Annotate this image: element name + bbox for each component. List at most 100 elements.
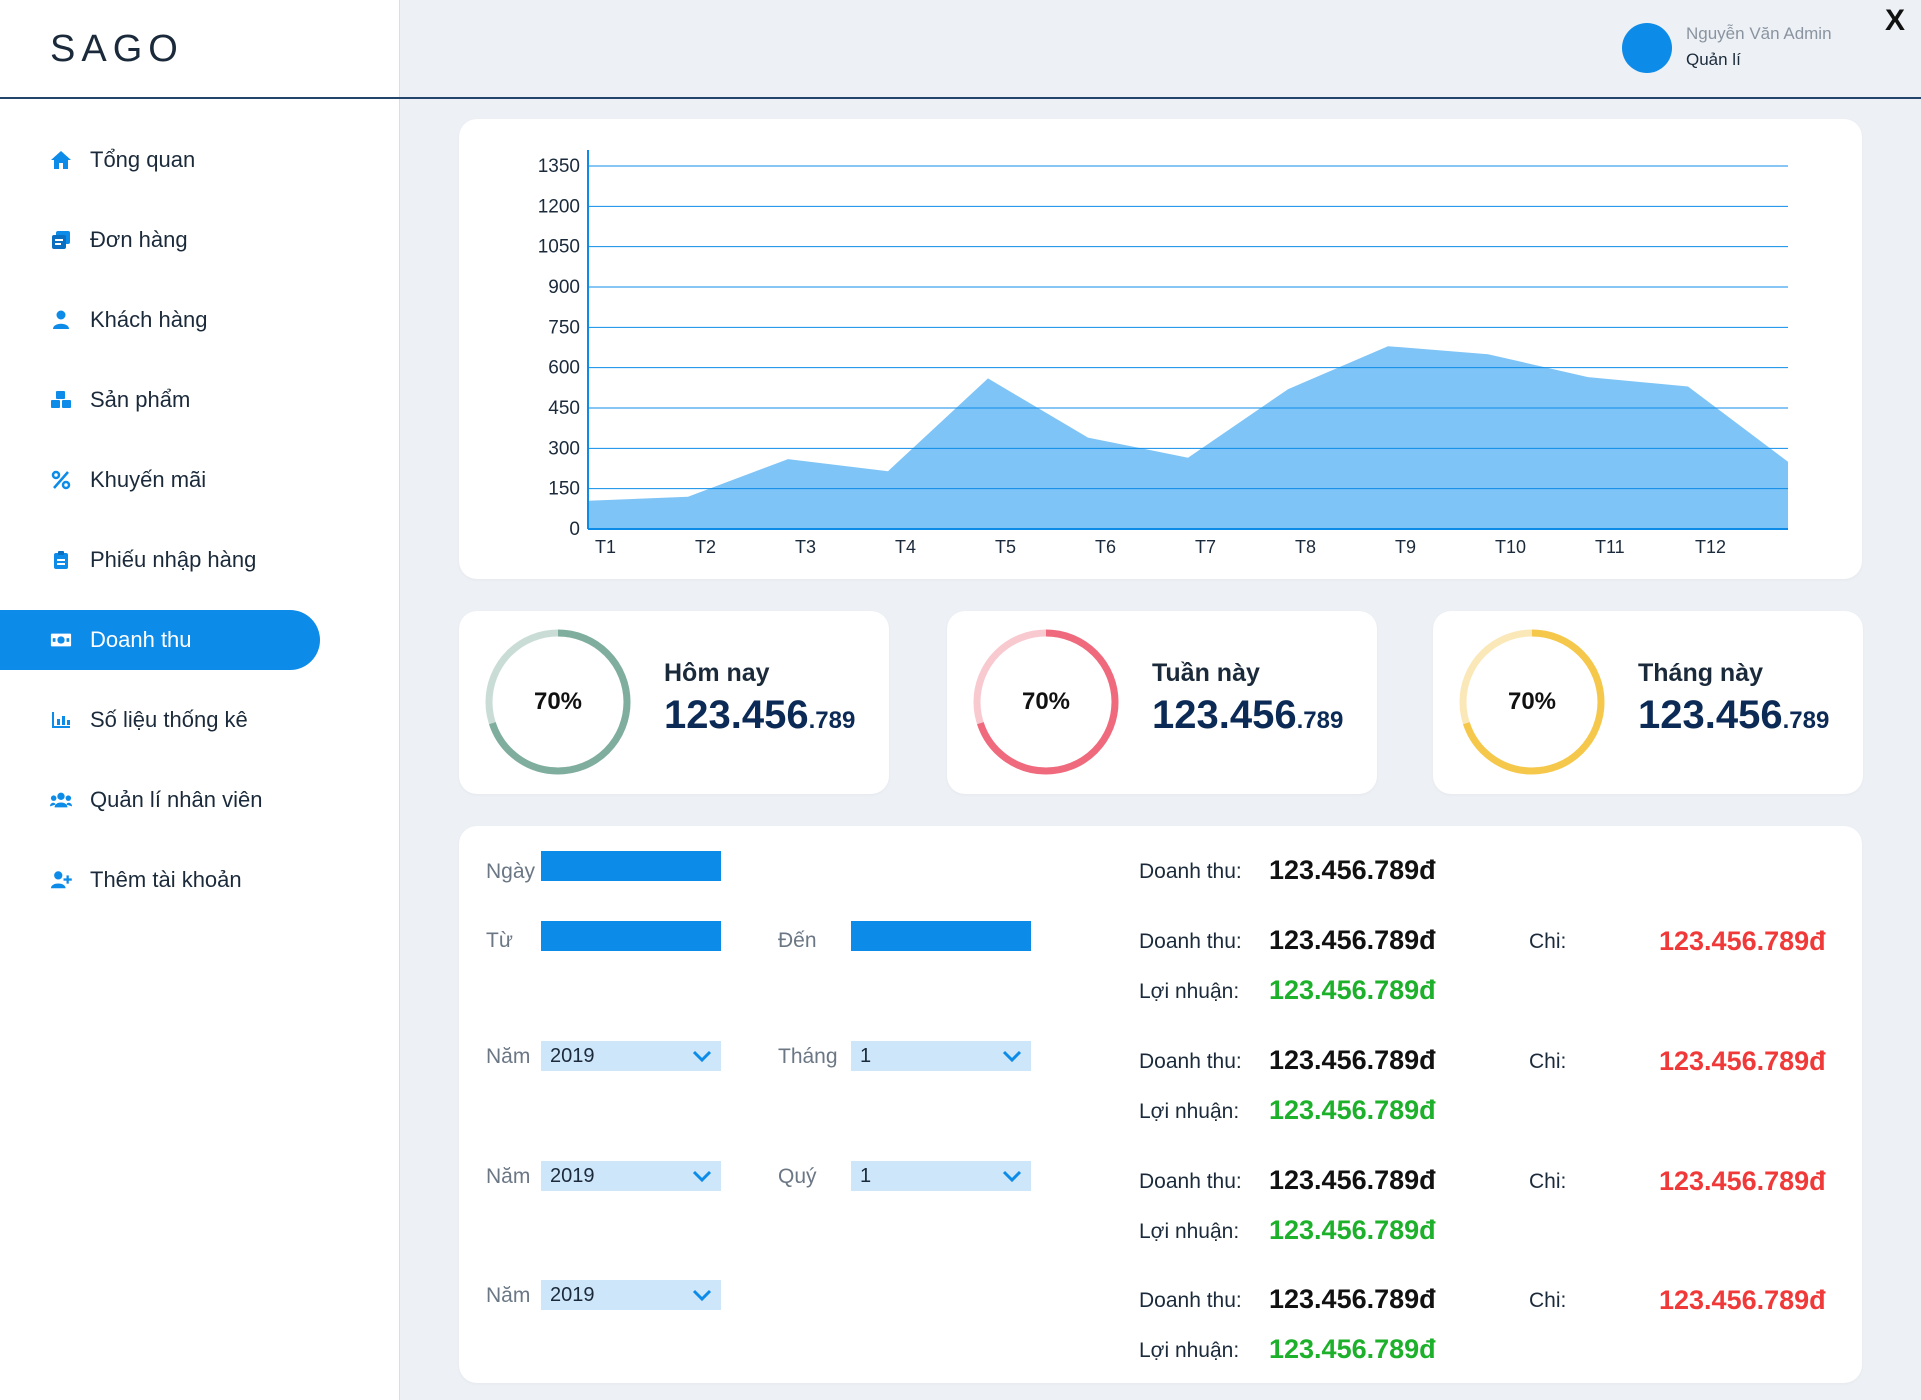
stat-card-today: 70% Hôm nay 123.456.789: [459, 611, 889, 794]
profit-quarter-value: 123.456.789đ: [1269, 1215, 1436, 1245]
year-select-value: 2019: [550, 1283, 595, 1306]
ngay-label: Ngày: [486, 860, 536, 883]
revenue-chart-card: 0 150 300 450 600 750 900 1050 1200 1350 T1 T2 T3 T4 T…: [459, 119, 1862, 579]
chevron-down-icon: [692, 1289, 712, 1302]
stat-percent: 70%: [533, 688, 583, 715]
year-select-month-row[interactable]: 2019: [541, 1041, 721, 1071]
revenue-label: Doanh thu:: [1139, 1050, 1242, 1073]
percent-icon: [50, 469, 72, 491]
stat-card-week: 70% Tuần này 123.456.789: [947, 611, 1377, 794]
year-select-quarter-row[interactable]: 2019: [541, 1161, 721, 1191]
y-tick-label: 450: [548, 398, 580, 419]
sidebar-item-label: Sản phẩm: [90, 387, 191, 412]
stat-percent: 70%: [1507, 688, 1557, 715]
revenue-label: Doanh thu:: [1139, 930, 1242, 953]
from-date-input[interactable]: [541, 921, 721, 951]
orders-icon: [50, 229, 72, 251]
chart-area-series: [588, 346, 1788, 529]
sidebar-item-label: Tổng quan: [90, 147, 196, 172]
sidebar-item-san-pham[interactable]: Sản phẩm: [0, 370, 320, 430]
sidebar-item-label: Khách hàng: [90, 307, 208, 332]
stat-value: 123.456.789: [664, 693, 855, 738]
expense-label: Chi:: [1529, 1050, 1567, 1073]
revenue-label: Doanh thu:: [1139, 1289, 1242, 1312]
stat-value-small: .789: [1296, 707, 1344, 734]
chevron-down-icon: [1002, 1170, 1022, 1183]
sidebar-item-phieu-nhap-hang[interactable]: Phiếu nhập hàng: [0, 530, 320, 590]
x-tick-label: T3: [795, 537, 816, 557]
sidebar-item-khuyen-mai[interactable]: Khuyến mãi: [0, 450, 320, 510]
sidebar-item-label: Thêm tài khoản: [90, 867, 242, 892]
avatar[interactable]: [1622, 23, 1672, 73]
profit-label: Lợi nhuận:: [1139, 980, 1240, 1003]
revenue-year-value: 123.456.789đ: [1269, 1284, 1436, 1314]
user-icon: [50, 309, 72, 331]
chevron-down-icon: [692, 1170, 712, 1183]
sidebar-item-label: Quản lí nhân viên: [90, 787, 263, 812]
y-tick-label: 1350: [538, 156, 580, 177]
x-tick-label: T10: [1495, 537, 1526, 557]
y-tick-label: 600: [548, 358, 580, 379]
to-date-input[interactable]: [851, 921, 1031, 951]
stat-percent: 70%: [1021, 688, 1071, 715]
sidebar-item-them-tai-khoan[interactable]: Thêm tài khoản: [0, 850, 320, 910]
quarter-select[interactable]: 1: [851, 1161, 1031, 1191]
sidebar: SAGO Tổng quan Đơn hàng Khách hàng Sản p…: [0, 0, 400, 1400]
den-label: Đến: [778, 929, 817, 952]
bar-chart-icon: [50, 709, 72, 731]
sidebar-item-doanh-thu[interactable]: Doanh thu: [0, 610, 320, 670]
sidebar-item-label: Phiếu nhập hàng: [90, 547, 257, 572]
user-plus-icon: [50, 869, 72, 891]
month-select[interactable]: 1: [851, 1041, 1031, 1071]
stat-value: 123.456.789: [1638, 693, 1829, 738]
profit-month-value: 123.456.789đ: [1269, 1095, 1436, 1125]
stat-value-main: 123.456: [1152, 693, 1297, 737]
x-tick-label: T6: [1095, 537, 1116, 557]
sidebar-item-khach-hang[interactable]: Khách hàng: [0, 290, 320, 350]
expense-range-value: 123.456.789đ: [1659, 926, 1826, 956]
year-select-value: 2019: [550, 1044, 595, 1067]
stat-value: 123.456.789: [1152, 693, 1343, 738]
users-icon: [50, 789, 72, 811]
sidebar-divider: [0, 97, 400, 99]
stat-value-small: .789: [808, 707, 856, 734]
revenue-label: Doanh thu:: [1139, 860, 1242, 883]
y-tick-label: 1200: [538, 196, 580, 217]
y-tick-label: 150: [548, 479, 580, 500]
x-tick-label: T7: [1195, 537, 1216, 557]
close-icon[interactable]: X: [1885, 4, 1905, 38]
sidebar-item-label: Doanh thu: [90, 627, 192, 652]
nam-label: Năm: [486, 1284, 531, 1307]
revenue-day-value: 123.456.789đ: [1269, 855, 1436, 885]
x-tick-label: T12: [1695, 537, 1726, 557]
year-select-value: 2019: [550, 1164, 595, 1187]
stat-title: Hôm nay: [664, 659, 770, 687]
money-icon: [50, 629, 72, 651]
sidebar-item-so-lieu-thong-ke[interactable]: Số liệu thống kê: [0, 690, 320, 750]
quarter-select-value: 1: [860, 1164, 872, 1187]
sidebar-item-don-hang[interactable]: Đơn hàng: [0, 210, 320, 270]
revenue-month-value: 123.456.789đ: [1269, 1045, 1436, 1075]
revenue-filter-card: Ngày Từ Đến Năm 2019 Tháng 1 Năm 2019 Qu…: [459, 826, 1862, 1383]
quy-label: Quý: [778, 1165, 817, 1188]
user-role: Quản lí: [1686, 50, 1741, 69]
x-tick-label: T9: [1395, 537, 1416, 557]
user-name: Nguyễn Văn Admin: [1686, 24, 1832, 43]
x-tick-label: T1: [595, 537, 616, 557]
year-select[interactable]: 2019: [541, 1280, 721, 1310]
stat-value-small: .789: [1782, 707, 1830, 734]
sidebar-item-label: Số liệu thống kê: [90, 707, 248, 732]
x-tick-label: T11: [1595, 537, 1625, 557]
topbar-divider: [400, 97, 1921, 99]
sidebar-item-quan-li-nhan-vien[interactable]: Quản lí nhân viên: [0, 770, 320, 830]
app-logo: SAGO: [50, 28, 184, 70]
expense-month-value: 123.456.789đ: [1659, 1046, 1826, 1076]
y-tick-label: 0: [569, 519, 580, 540]
revenue-area-chart: 0 150 300 450 600 750 900 1050 1200 1350 T1 T2 T3 T4 T…: [538, 150, 1788, 557]
sidebar-item-tong-quan[interactable]: Tổng quan: [0, 130, 320, 190]
sidebar-item-label: Đơn hàng: [90, 227, 188, 252]
y-tick-label: 900: [548, 277, 580, 298]
clipboard-icon: [50, 549, 72, 571]
home-icon: [50, 149, 72, 171]
date-input[interactable]: [541, 851, 721, 881]
